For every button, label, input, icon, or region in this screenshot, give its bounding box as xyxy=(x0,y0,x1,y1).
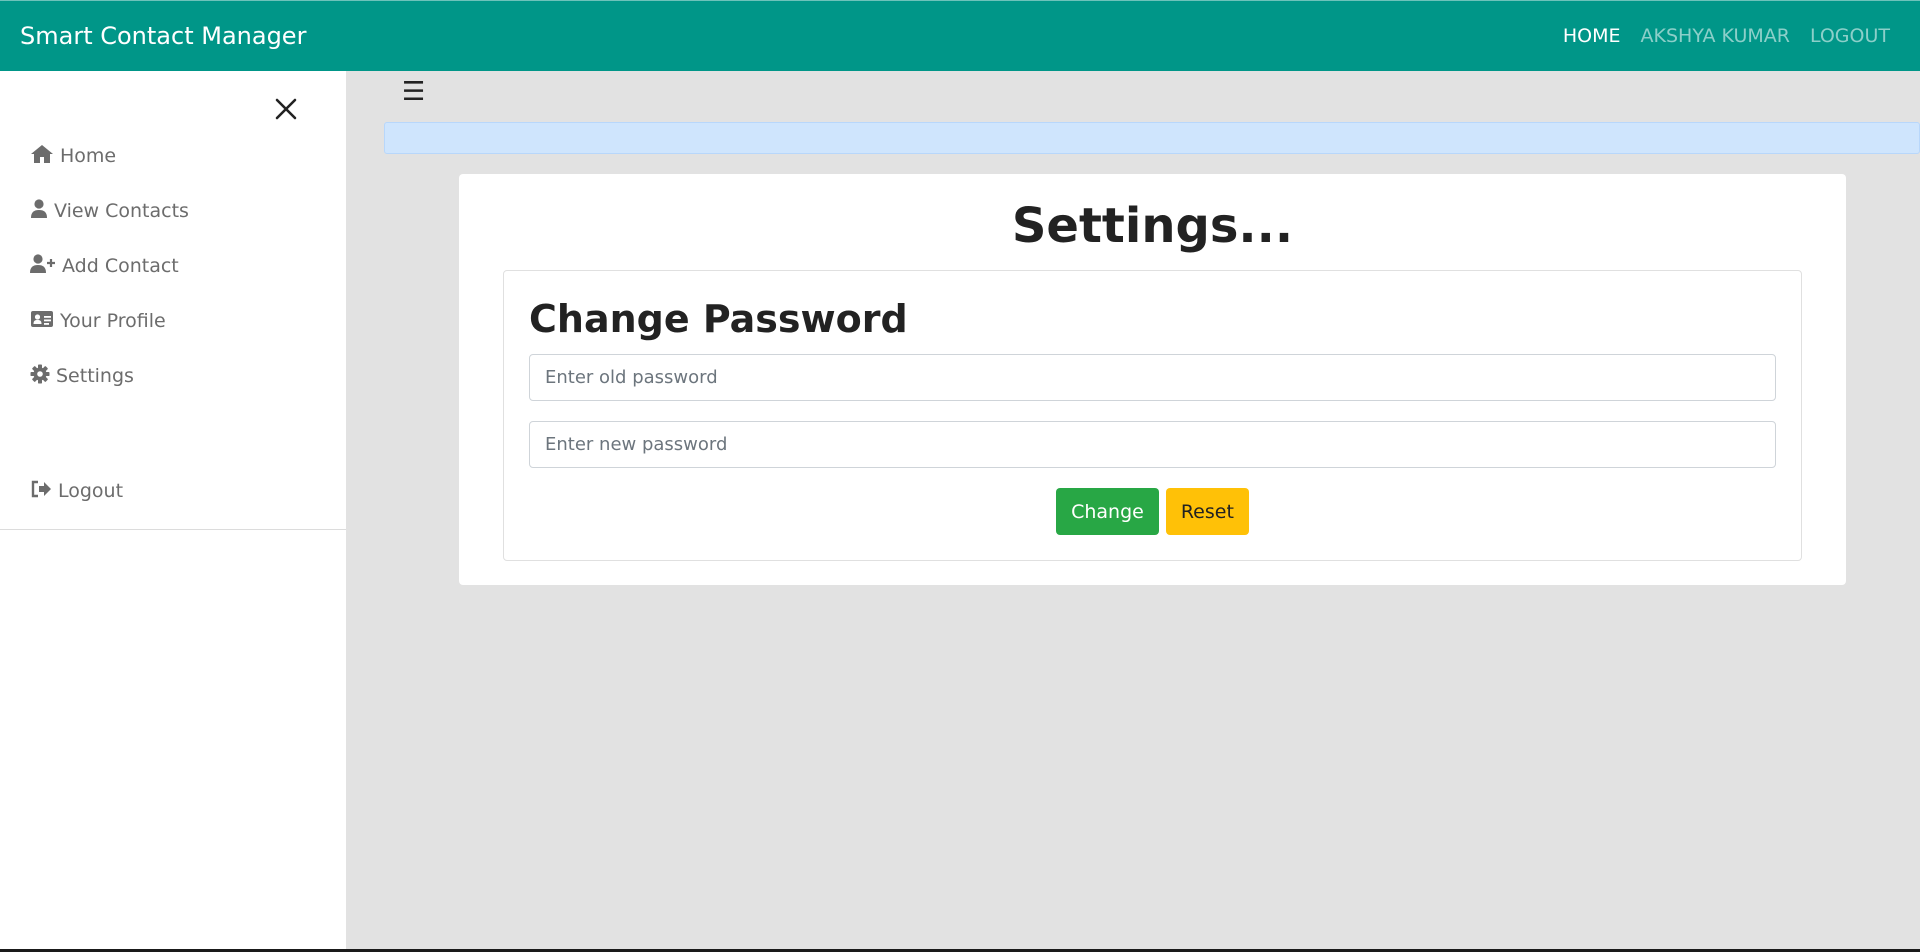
sidebar-item-label: Settings xyxy=(56,365,134,387)
close-icon[interactable] xyxy=(270,93,302,125)
sign-out-icon xyxy=(30,479,52,504)
user-icon xyxy=(30,198,48,224)
change-password-form: Change Password Change Reset xyxy=(503,270,1802,561)
form-buttons: Change Reset xyxy=(504,488,1801,535)
top-navbar: Smart Contact Manager HOME AKSHYA KUMAR … xyxy=(0,0,1920,71)
sidebar-divider xyxy=(0,529,346,530)
sidebar: Home View Contacts Add Contact Your Prof… xyxy=(0,71,346,949)
settings-card: Settings... Change Password Change Reset xyxy=(459,174,1846,585)
sidebar-item-view-contacts[interactable]: View Contacts xyxy=(30,196,189,226)
nav-link-user[interactable]: AKSHYA KUMAR xyxy=(1641,25,1790,47)
page-title: Settings... xyxy=(1011,198,1294,254)
home-icon xyxy=(30,144,54,169)
sidebar-item-home[interactable]: Home xyxy=(30,141,116,171)
change-password-heading: Change Password xyxy=(529,297,908,341)
sidebar-item-label: Add Contact xyxy=(62,255,179,277)
id-card-icon xyxy=(30,309,54,334)
sidebar-item-label: Logout xyxy=(58,480,124,502)
hamburger-icon[interactable]: ☰ xyxy=(402,79,425,105)
alert-message-bar xyxy=(384,122,1920,154)
sidebar-item-your-profile[interactable]: Your Profile xyxy=(30,306,166,336)
sidebar-item-label: Your Profile xyxy=(60,310,166,332)
sidebar-item-label: Home xyxy=(60,145,117,167)
old-password-input[interactable] xyxy=(529,354,1776,401)
reset-button[interactable]: Reset xyxy=(1165,488,1249,535)
user-plus-icon xyxy=(30,253,56,279)
nav-link-logout[interactable]: LOGOUT xyxy=(1810,25,1890,47)
change-button[interactable]: Change xyxy=(1056,488,1159,535)
nav-links: HOME AKSHYA KUMAR LOGOUT xyxy=(1563,25,1900,47)
gear-icon xyxy=(30,364,50,389)
sidebar-item-settings[interactable]: Settings xyxy=(30,361,134,391)
sidebar-item-logout[interactable]: Logout xyxy=(30,476,123,506)
brand-title[interactable]: Smart Contact Manager xyxy=(20,22,306,50)
new-password-input[interactable] xyxy=(529,421,1776,468)
nav-link-home[interactable]: HOME xyxy=(1563,25,1621,47)
sidebar-item-add-contact[interactable]: Add Contact xyxy=(30,251,179,281)
main-content: ☰ Settings... Change Password Change Res… xyxy=(346,71,1920,949)
sidebar-item-label: View Contacts xyxy=(54,200,189,222)
